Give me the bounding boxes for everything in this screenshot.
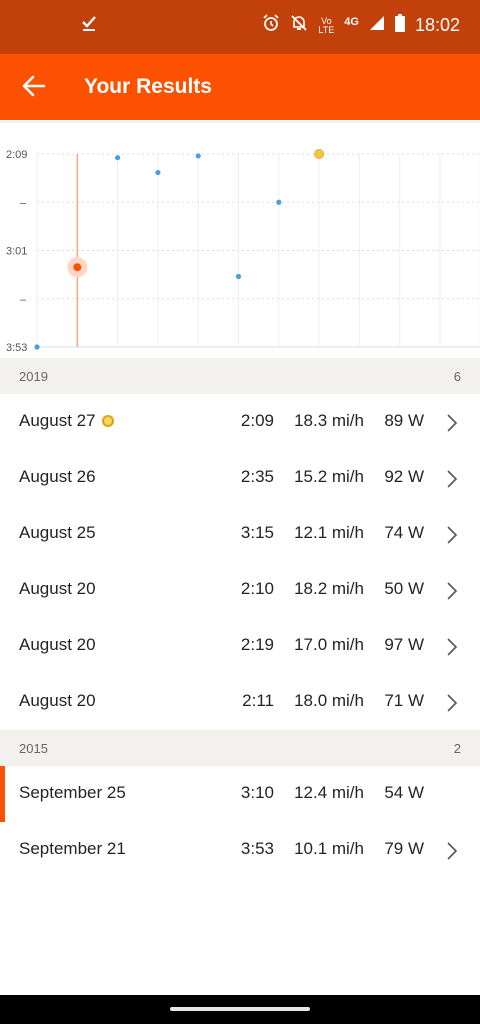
section-count: 2 [453,741,461,756]
download-done-icon [80,14,98,38]
chart-point [155,169,161,176]
home-gesture-handle[interactable] [170,1007,310,1011]
result-date-label: August 26 [19,467,96,486]
result-date: September 21 [19,839,126,859]
result-row[interactable]: September 25 3:10 12.4 mi/h 54 W [0,766,480,822]
volte-icon: Vo LTE [318,15,335,35]
chart-point [276,199,282,205]
alarm-icon [262,14,280,37]
result-power: 79 W [384,839,424,858]
chart-y-tick-label: 3:01 [6,246,27,258]
result-speed: 18.2 mi/h [294,579,364,598]
arrow-back-icon[interactable] [20,72,48,100]
chevron-right-icon [446,581,458,601]
chart-y-tick-label: – [20,197,27,209]
result-speed: 18.3 mi/h [294,411,364,430]
result-power: 97 W [384,635,424,654]
app-bar: Your Results [0,54,480,120]
page-title: Your Results [84,75,212,98]
result-date: August 20 [19,635,96,655]
chart-point [235,273,242,280]
section-header-2015: 2015 2 [0,730,480,766]
chart-point [115,155,121,161]
result-speed: 12.1 mi/h [294,523,364,542]
result-date-label: September 21 [19,839,126,858]
status-icons: Vo LTE 4G 18:02 [262,14,460,37]
chart-y-tick-label: – [20,294,27,306]
result-row[interactable]: August 26 2:35 15.2 mi/h 92 W [0,450,480,506]
result-date: August 25 [19,523,96,543]
result-date: September 25 [19,783,126,803]
result-time: 2:19 [240,635,274,654]
clock: 18:02 [414,15,460,35]
result-power: 74 W [384,523,424,542]
chevron-right-icon [446,637,458,657]
result-speed: 10.1 mi/h [294,839,364,858]
chevron-right-icon [446,841,458,861]
chart-point [34,344,40,350]
result-speed: 12.4 mi/h [294,783,364,802]
chart-y-tick-label: 3:53 [6,342,27,354]
section-year: 2015 [19,741,48,756]
result-power: 50 W [384,579,424,598]
result-date-label: August 20 [19,635,96,654]
result-date: August 20 [19,579,96,599]
result-row[interactable]: August 20 2:19 17.0 mi/h 97 W [0,618,480,674]
result-power: 92 W [384,467,424,486]
result-row[interactable]: August 27 2:09 18.3 mi/h 89 W [0,394,480,450]
result-date-label: August 20 [19,579,96,598]
chevron-right-icon [446,469,458,489]
result-power: 54 W [384,783,424,802]
result-row[interactable]: August 20 2:10 18.2 mi/h 50 W [0,562,480,618]
chevron-right-icon [446,525,458,545]
result-speed: 17.0 mi/h [294,635,364,654]
notifications-off-icon [290,14,308,37]
results-scatter-plot[interactable]: 2:09 – 3:01 – 3:53 [0,120,480,358]
result-power: 89 W [384,411,424,430]
chevron-right-icon [446,693,458,713]
result-date-label: August 27 [19,411,96,430]
result-date: August 27 [19,411,114,431]
chart-point-pr [314,149,325,159]
result-row[interactable]: August 20 2:11 18.0 mi/h 71 W [0,674,480,730]
result-time: 2:35 [240,467,274,486]
result-time: 3:53 [240,839,274,858]
chart-point [195,153,201,159]
result-power: 71 W [384,691,424,710]
system-nav-bar [0,995,480,1024]
battery-icon [394,14,405,37]
result-time: 3:10 [240,783,274,802]
result-time: 2:11 [242,691,274,710]
result-date-label: August 25 [19,523,96,542]
section-header-2019: 2019 6 [0,358,480,394]
chart-point-selected [73,263,82,272]
result-speed: 15.2 mi/h [294,467,364,486]
result-time: 2:10 [240,579,274,598]
result-date: August 26 [19,467,96,487]
result-time: 3:15 [240,523,274,542]
chart-y-tick-label: 2:09 [6,149,27,161]
chevron-right-icon [446,413,458,433]
section-year: 2019 [19,369,48,384]
result-date: August 20 [19,691,96,711]
selected-indicator [0,766,5,822]
result-time: 2:09 [240,411,274,430]
result-row[interactable]: September 21 3:53 10.1 mi/h 79 W [0,822,480,878]
network-type: 4G [344,15,359,28]
status-bar: Vo LTE 4G 18:02 [0,0,480,54]
result-row[interactable]: August 25 3:15 12.1 mi/h 74 W [0,506,480,562]
result-date-label: September 25 [19,783,126,802]
results-chart[interactable]: 2:09 – 3:01 – 3:53 [0,120,480,358]
signal-icon [369,15,385,36]
result-date-label: August 20 [19,691,96,710]
pr-medal-icon [101,415,114,427]
result-speed: 18.0 mi/h [294,691,364,710]
section-count: 6 [453,369,461,384]
